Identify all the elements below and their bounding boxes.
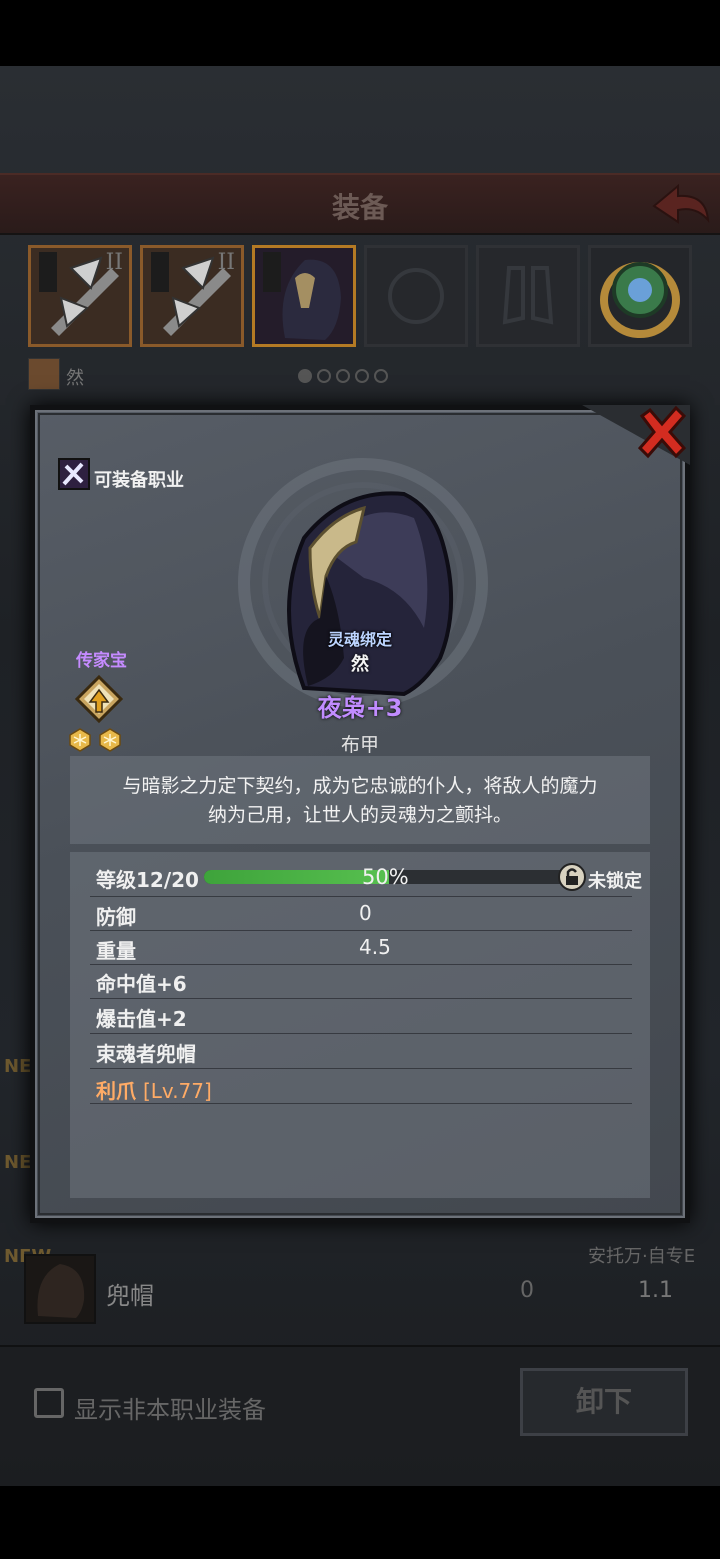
page-title: 装备 xyxy=(331,191,388,224)
stat-value: 0 xyxy=(359,901,372,925)
stat-value: 4.5 xyxy=(359,935,391,959)
show-non-class-checkbox[interactable] xyxy=(34,1388,64,1418)
class-icon[interactable] xyxy=(58,458,90,490)
heirloom-upgrade-icon[interactable] xyxy=(74,674,124,724)
hood-icon xyxy=(24,1254,96,1324)
page-dot[interactable] xyxy=(336,369,350,383)
description-line: 与暗影之力定下契约，成为它忠诚的仆人，将敌人的魔力 xyxy=(122,775,598,797)
level-label: 等级12/20 xyxy=(96,868,199,892)
equipment-slot-weapon-1[interactable]: II xyxy=(28,245,132,347)
new-badge: NE xyxy=(4,1152,32,1173)
hood-icon xyxy=(263,252,341,340)
tier-label: II xyxy=(105,250,123,275)
page-dot[interactable] xyxy=(374,369,388,383)
lock-icon[interactable] xyxy=(558,863,586,891)
avatar[interactable] xyxy=(28,358,60,390)
row-divider xyxy=(90,1103,632,1104)
skill-level: [Lv.77] xyxy=(142,1079,212,1103)
defense-value: 0 xyxy=(520,1278,534,1303)
page-dot[interactable] xyxy=(317,369,331,383)
page-dot[interactable] xyxy=(355,369,369,383)
heirloom-star-icon xyxy=(69,728,91,752)
equipment-slot-boots[interactable] xyxy=(476,245,580,347)
back-arrow-icon[interactable] xyxy=(650,180,712,228)
armor-placeholder-icon xyxy=(388,268,444,324)
boots-placeholder-icon xyxy=(502,266,554,325)
equippable-class-label: 可装备职业 xyxy=(94,470,184,491)
heirloom-label: 传家宝 xyxy=(76,651,127,671)
page-dot[interactable] xyxy=(298,369,312,383)
stat-label: 束魂者兜帽 xyxy=(96,1042,196,1066)
equipment-slots: II II xyxy=(28,245,698,349)
character-name: 然 xyxy=(66,368,84,389)
row-divider xyxy=(90,1068,632,1069)
close-icon[interactable] xyxy=(634,404,690,460)
new-badge: NE xyxy=(4,1056,32,1077)
item-description: 与暗影之力定下契约，成为它忠诚的仆人，将敌人的魔力 纳为己用，让世人的灵魂为之颤… xyxy=(74,772,646,830)
ring-icon xyxy=(600,262,680,338)
equipment-slot-weapon-2[interactable]: II xyxy=(140,245,244,347)
skill-name: 利爪 xyxy=(96,1079,136,1103)
tier-label: II xyxy=(217,250,235,275)
stat-label: 命中值+6 xyxy=(96,972,187,996)
equipment-slot-helmet[interactable] xyxy=(252,245,356,347)
row-divider xyxy=(90,998,632,999)
row-divider xyxy=(90,930,632,931)
list-item[interactable]: NEW 安托万·自专E 兜帽 0 1.1 xyxy=(4,1246,704,1334)
description-line: 纳为己用，让世人的灵魂为之颤抖。 xyxy=(207,804,512,826)
stat-label: 爆击值+2 xyxy=(96,1007,187,1031)
item-name: 兜帽 xyxy=(106,1282,154,1310)
lock-status: 未锁定 xyxy=(588,871,642,892)
equipment-slot-armor[interactable] xyxy=(364,245,468,347)
page-indicator xyxy=(298,368,393,387)
unequip-button[interactable]: 卸下 xyxy=(520,1368,688,1436)
row-divider xyxy=(90,1033,632,1034)
class-requirement: 安托万·自专E xyxy=(588,1246,696,1267)
equipment-slot-ring[interactable] xyxy=(588,245,692,347)
xp-percent: 50% xyxy=(362,865,409,889)
row-divider xyxy=(90,896,632,897)
weight-value: 1.1 xyxy=(638,1278,673,1303)
stat-label: 防御 xyxy=(96,905,136,929)
row-divider xyxy=(90,964,632,965)
checkbox-label: 显示非本职业装备 xyxy=(74,1396,266,1424)
skill-row: 利爪 [Lv.77] xyxy=(96,1075,212,1104)
stat-label: 重量 xyxy=(96,939,136,963)
heirloom-star-icon xyxy=(99,728,121,752)
